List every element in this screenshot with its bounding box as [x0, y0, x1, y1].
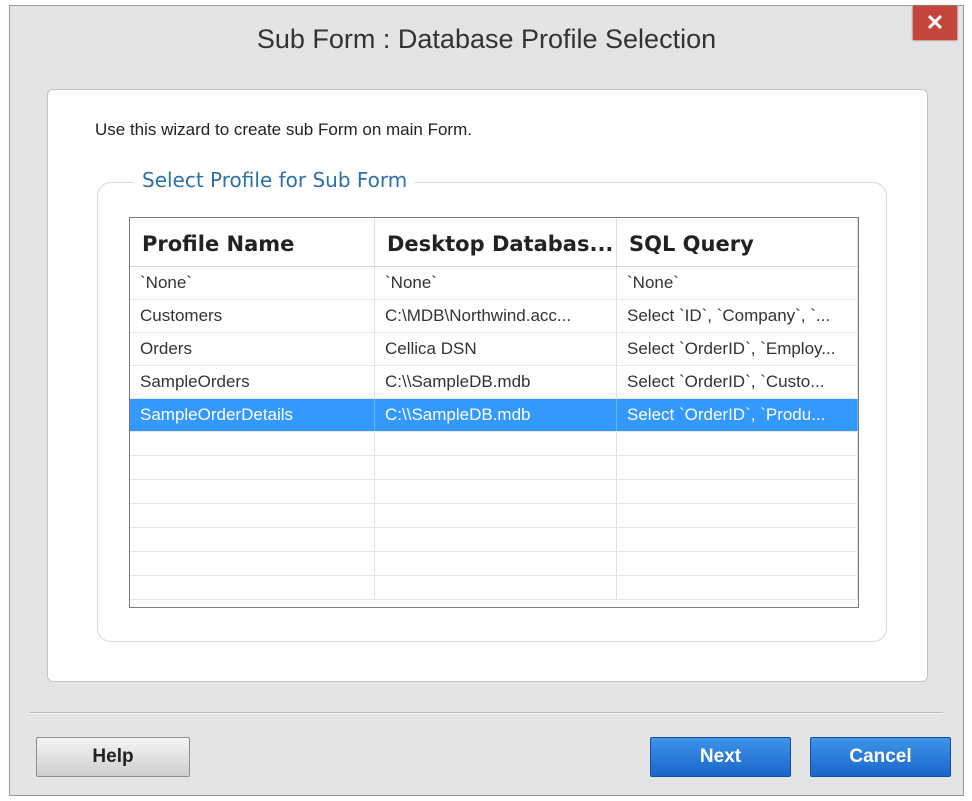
- empty-cell: [617, 576, 858, 599]
- footer-divider: [30, 712, 943, 714]
- profile-grid[interactable]: Profile Name Desktop Databas... SQL Quer…: [129, 217, 859, 608]
- cell-desktop-database: C:\\SampleDB.mdb: [375, 399, 617, 431]
- cell-sql-query: Select `OrderID`, `Custo...: [617, 366, 858, 398]
- cell-sql-query: Select `OrderID`, `Produ...: [617, 399, 858, 431]
- empty-row: [130, 480, 858, 504]
- cell-sql-query: Select `OrderID`, `Employ...: [617, 333, 858, 365]
- window-title: Sub Form : Database Profile Selection: [256, 24, 717, 54]
- groupbox-legend: Select Profile for Sub Form: [134, 168, 416, 192]
- table-row[interactable]: Orders Cellica DSN Select `OrderID`, `Em…: [130, 333, 858, 366]
- cell-desktop-database: Cellica DSN: [375, 333, 617, 365]
- empty-row: [130, 456, 858, 480]
- empty-row: [130, 552, 858, 576]
- cancel-button[interactable]: Cancel: [810, 737, 951, 777]
- close-button[interactable]: ✕: [913, 6, 957, 40]
- empty-cell: [375, 480, 617, 503]
- table-row[interactable]: SampleOrders C:\\SampleDB.mdb Select `Or…: [130, 366, 858, 399]
- empty-cell: [130, 456, 375, 479]
- empty-row: [130, 528, 858, 552]
- cell-desktop-database: C:\\SampleDB.mdb: [375, 366, 617, 398]
- empty-cell: [375, 504, 617, 527]
- empty-cell: [617, 456, 858, 479]
- empty-cell: [130, 432, 375, 455]
- empty-cell: [375, 456, 617, 479]
- empty-cell: [375, 528, 617, 551]
- empty-row: [130, 432, 858, 456]
- wizard-panel: Use this wizard to create sub Form on ma…: [47, 89, 928, 682]
- cell-profile-name: SampleOrders: [130, 366, 375, 398]
- table-row-selected[interactable]: SampleOrderDetails C:\\SampleDB.mdb Sele…: [130, 399, 858, 432]
- table-row[interactable]: `None` `None` `None`: [130, 267, 858, 300]
- cell-profile-name: `None`: [130, 267, 375, 299]
- cell-sql-query: Select `ID`, `Company`, `...: [617, 300, 858, 332]
- next-button[interactable]: Next: [650, 737, 791, 777]
- empty-cell: [130, 480, 375, 503]
- cell-desktop-database: `None`: [375, 267, 617, 299]
- empty-cell: [375, 552, 617, 575]
- empty-cell: [130, 504, 375, 527]
- cell-profile-name: Customers: [130, 300, 375, 332]
- empty-row: [130, 504, 858, 528]
- empty-row: [130, 576, 858, 600]
- column-header-desktop-database[interactable]: Desktop Databas...: [375, 218, 617, 266]
- profile-groupbox: Select Profile for Sub Form Profile Name…: [97, 168, 887, 642]
- dialog-window: Sub Form : Database Profile Selection ✕ …: [9, 5, 964, 796]
- empty-cell: [617, 432, 858, 455]
- help-button[interactable]: Help: [36, 737, 190, 777]
- empty-cell: [375, 432, 617, 455]
- table-row[interactable]: Customers C:\MDB\Northwind.acc... Select…: [130, 300, 858, 333]
- cell-profile-name: Orders: [130, 333, 375, 365]
- close-icon: ✕: [925, 10, 945, 35]
- empty-cell: [617, 480, 858, 503]
- grid-header: Profile Name Desktop Databas... SQL Quer…: [130, 218, 858, 267]
- cell-profile-name: SampleOrderDetails: [130, 399, 375, 431]
- empty-cell: [130, 576, 375, 599]
- cell-sql-query: `None`: [617, 267, 858, 299]
- empty-cell: [375, 576, 617, 599]
- empty-cell: [130, 552, 375, 575]
- column-header-profile-name[interactable]: Profile Name: [130, 218, 375, 266]
- empty-cell: [617, 528, 858, 551]
- empty-cell: [617, 504, 858, 527]
- empty-cell: [617, 552, 858, 575]
- title-bar[interactable]: Sub Form : Database Profile Selection ✕: [10, 6, 963, 72]
- intro-text: Use this wizard to create sub Form on ma…: [95, 120, 472, 139]
- empty-cell: [130, 528, 375, 551]
- column-header-sql-query[interactable]: SQL Query: [617, 218, 858, 266]
- cell-desktop-database: C:\MDB\Northwind.acc...: [375, 300, 617, 332]
